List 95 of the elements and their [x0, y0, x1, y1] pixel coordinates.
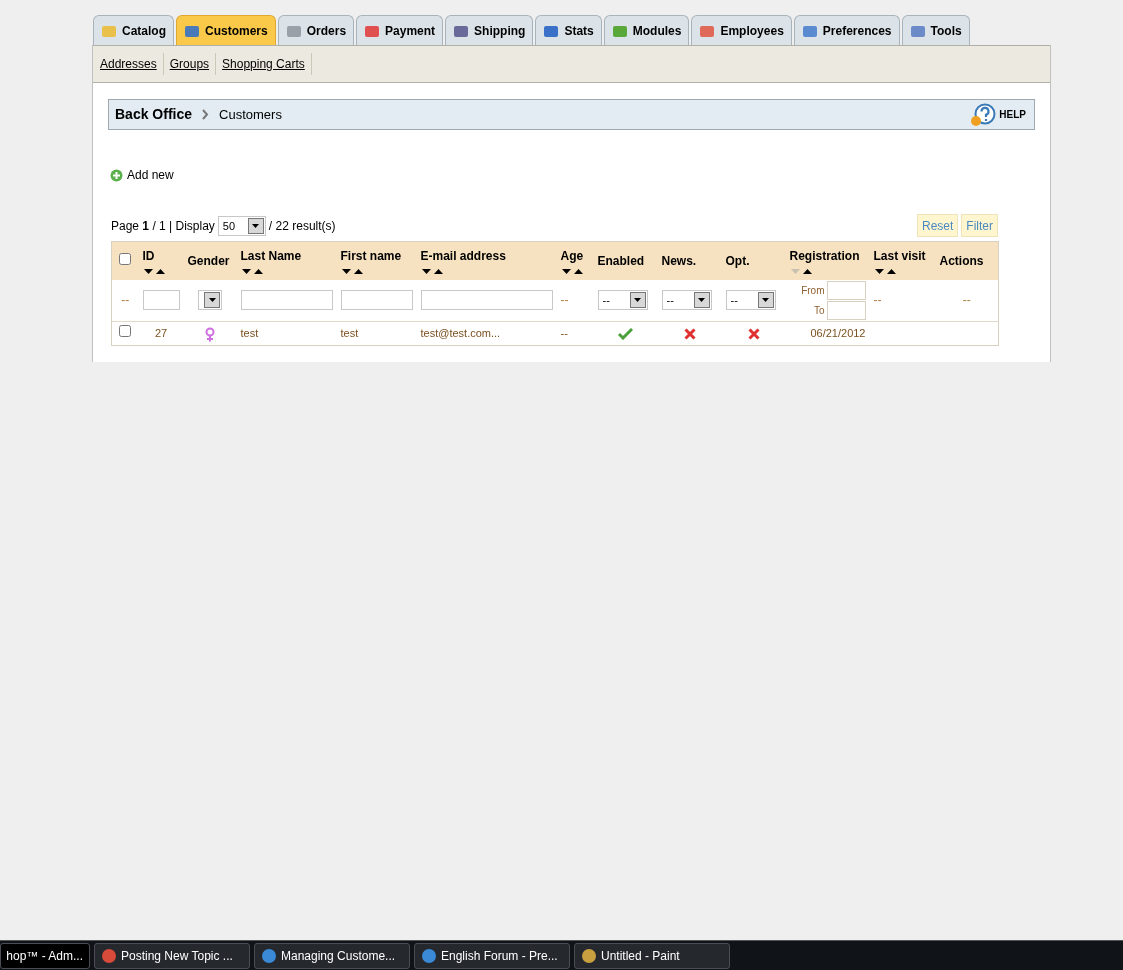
column-header: News.	[661, 252, 697, 270]
app-icon	[261, 947, 277, 964]
filter-select[interactable]: 50	[217, 216, 266, 236]
breadcrumb-current: Customers	[219, 105, 282, 124]
nav-tab[interactable]: Shipping	[445, 15, 534, 45]
from-label: From	[801, 283, 825, 298]
tab-icon	[611, 23, 628, 38]
sort-arrows-icon[interactable]	[560, 267, 585, 275]
filter-select[interactable]: --	[597, 290, 648, 311]
nav-tab[interactable]: Payment	[356, 15, 444, 45]
tab-icon	[453, 23, 470, 38]
to-label: To	[813, 303, 825, 318]
column-header: Registration	[789, 247, 860, 265]
column-header: E-mail address	[420, 247, 506, 265]
table-cell: 27	[154, 327, 168, 340]
sort-arrows-icon[interactable]	[240, 267, 265, 275]
nav-tab[interactable]: Preferences	[793, 15, 900, 45]
sort-arrows-icon[interactable]	[340, 267, 365, 275]
filter-select[interactable]: --	[661, 290, 712, 311]
tab-icon	[801, 23, 818, 38]
table-cell: test	[240, 327, 259, 340]
table-cell: 06/21/2012	[810, 327, 866, 340]
row-checkbox[interactable]	[119, 325, 132, 338]
empty-filter-text: --	[120, 292, 131, 310]
nav-tab[interactable]: Tools	[901, 15, 970, 45]
nav-tab[interactable]: Catalog	[93, 15, 174, 45]
tab-icon	[285, 23, 302, 38]
empty-filter-text: --	[873, 293, 882, 308]
from-date-input[interactable]	[826, 280, 866, 300]
column-header: First name	[340, 247, 402, 265]
tab-icon	[364, 23, 381, 38]
help-icon	[970, 102, 997, 127]
sort-arrows-icon[interactable]	[789, 267, 814, 275]
nav-tab[interactable]: Customers	[176, 15, 276, 45]
column-header: Age	[560, 247, 584, 265]
filter-input[interactable]	[240, 290, 333, 311]
tab-icon	[184, 23, 200, 38]
column-header: Last visit	[873, 247, 926, 265]
taskbar-button[interactable]: English Forum - Pre...	[414, 942, 570, 969]
filter-action-button[interactable]: Filter	[961, 214, 998, 237]
column-header: Gender	[187, 252, 230, 270]
dropdown-arrow-icon	[698, 298, 705, 303]
app-icon	[421, 947, 437, 964]
filter-select[interactable]: --	[725, 290, 776, 311]
column-header: Last Name	[240, 247, 302, 265]
column-header: Opt.	[725, 252, 750, 270]
sort-arrows-icon[interactable]	[420, 267, 445, 275]
nav-tab[interactable]: Orders	[277, 15, 355, 45]
column-header: ID	[142, 247, 155, 265]
taskbar-button[interactable]: Posting New Topic ...	[94, 942, 250, 969]
table-cell: test@test.com...	[420, 327, 501, 340]
dropdown-arrow-icon	[208, 298, 216, 303]
sort-arrows-icon[interactable]	[873, 267, 898, 275]
app-icon	[581, 947, 597, 964]
nav-tab[interactable]: Stats	[535, 15, 602, 45]
chevron-icon	[202, 109, 210, 120]
taskbar-button[interactable]: Untitled - Paint	[574, 942, 730, 969]
to-date-input[interactable]	[826, 300, 866, 320]
dropdown-arrow-icon	[762, 298, 769, 303]
tab-icon	[909, 23, 926, 38]
nav-tab[interactable]: Employees	[691, 15, 792, 45]
empty-filter-text: --	[560, 293, 569, 308]
taskbar-button[interactable]: Managing Custome...	[254, 942, 410, 969]
tab-icon	[699, 23, 716, 38]
subnav-link[interactable]: Shopping Carts	[222, 55, 305, 73]
breadcrumb-root[interactable]: Back Office	[115, 104, 193, 125]
add-new-link[interactable]: Add new	[110, 166, 174, 184]
subnav-link[interactable]: Groups	[169, 55, 210, 73]
app-icon	[101, 947, 117, 964]
page-info: Page 1 / 1 | Display	[111, 218, 215, 235]
female-symbol-icon	[205, 326, 215, 342]
table-cell: --	[560, 327, 568, 340]
cross-icon[interactable]	[683, 328, 696, 341]
table-cell: test	[340, 327, 359, 340]
filter-select[interactable]	[198, 290, 222, 311]
result-count: / 22 result(s)	[268, 218, 336, 235]
checkmark-icon[interactable]	[618, 328, 633, 341]
plus-circle-icon	[110, 168, 123, 182]
tab-icon	[101, 23, 117, 38]
column-header: Enabled	[597, 252, 645, 270]
subnav-link[interactable]: Addresses	[100, 55, 157, 73]
filter-input[interactable]	[142, 290, 180, 311]
cross-icon[interactable]	[747, 328, 760, 341]
nav-tab[interactable]: Modules	[603, 15, 690, 45]
taskbar-button[interactable]: hop™ - Adm...	[0, 942, 90, 969]
filter-input[interactable]	[420, 290, 553, 311]
empty-filter-text: --	[961, 292, 972, 310]
help-button[interactable]: HELP	[970, 102, 1026, 127]
select-all-checkbox[interactable]	[119, 252, 132, 265]
dropdown-arrow-icon	[634, 298, 641, 303]
sort-arrows-icon[interactable]	[142, 267, 167, 275]
column-header: Actions	[939, 252, 984, 270]
filter-input[interactable]	[340, 290, 413, 311]
dropdown-arrow-icon	[252, 224, 260, 228]
tab-icon	[543, 23, 560, 38]
